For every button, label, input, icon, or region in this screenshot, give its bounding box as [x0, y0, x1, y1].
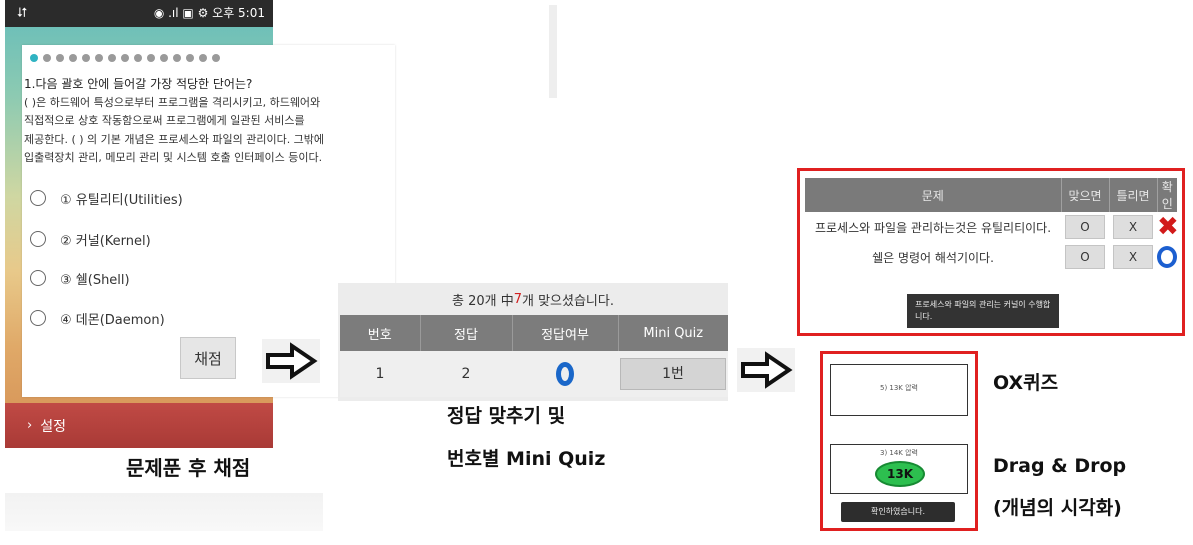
- x-button[interactable]: X: [1113, 215, 1153, 239]
- column-header: Mini Quiz: [618, 315, 728, 351]
- page-dot[interactable]: [173, 54, 181, 62]
- question-text: 1.다음 괄호 안에 들어갈 가장 적당한 단어는? ( )은 하드웨어 특성으…: [24, 75, 392, 168]
- explanation-tooltip: 프로세스와 파일의 관리는 커널이 수행합니다.: [907, 294, 1059, 328]
- usb-icon: ⮃: [17, 6, 28, 21]
- o-button[interactable]: O: [1065, 245, 1105, 269]
- table-row: 1 2 1번: [340, 351, 728, 397]
- ox-question: 쉘은 명령어 해석기이다.: [805, 242, 1061, 272]
- answer-option-1[interactable]: ① 유틸리티(Utilities): [30, 186, 330, 210]
- cell-correct: [512, 351, 618, 397]
- arrow-right-icon: [737, 348, 795, 392]
- table-header-row: 번호 정답 정답여부 Mini Quiz: [340, 315, 728, 351]
- page-dot[interactable]: [69, 54, 77, 62]
- result-panel: 총 20개 中 7개 맞으셨습니다. 번호 정답 정답여부 Mini Quiz …: [338, 283, 728, 401]
- answer-option-4[interactable]: ④ 데몬(Daemon): [30, 306, 330, 330]
- radio-button[interactable]: [30, 270, 46, 286]
- column-header: 맞으면: [1061, 178, 1110, 212]
- arrow-right-icon: [262, 339, 320, 383]
- red-x-icon: ✖: [1157, 212, 1179, 242]
- mini-quiz-button[interactable]: 1번: [620, 358, 726, 390]
- option-label: ① 유틸리티(Utilities): [60, 192, 183, 208]
- status-time: 오후 5:01: [212, 6, 265, 20]
- column-header: 정답여부: [512, 315, 619, 351]
- caption-mini-quiz: 번호별 Mini Quiz: [447, 448, 606, 470]
- confirm-button[interactable]: 확인하였습니다.: [841, 502, 955, 522]
- table-header-row: 문제 맞으면 틀리면 확인: [805, 178, 1177, 212]
- question-line: 직접적으로 상호 작동함으로써 프로그램에게 일관된 서비스를: [24, 114, 305, 127]
- option-label: ④ 데몬(Daemon): [60, 312, 165, 328]
- summary-prefix: 총 20개 中: [451, 293, 514, 309]
- page-dot[interactable]: [199, 54, 207, 62]
- ox-quiz-table: 문제 맞으면 틀리면 확인 프로세스와 파일을 관리하는것은 유틸리티이다. O…: [805, 178, 1179, 272]
- page-dot[interactable]: [147, 54, 155, 62]
- summary-count: 7: [513, 291, 522, 307]
- chevron-right-icon: ›: [27, 418, 33, 433]
- page-dot[interactable]: [56, 54, 64, 62]
- draggable-badge[interactable]: 13K: [875, 461, 925, 487]
- result-summary: 총 20개 中 7개 맞으셨습니다.: [338, 283, 728, 315]
- cell-mini-quiz: 1번: [618, 351, 728, 397]
- column-header: 확인: [1157, 178, 1177, 212]
- answer-option-3[interactable]: ③ 쉘(Shell): [30, 266, 330, 290]
- ox-question: 프로세스와 파일을 관리하는것은 유틸리티이다.: [805, 212, 1061, 242]
- page-dot[interactable]: [30, 54, 38, 62]
- radio-button[interactable]: [30, 190, 46, 206]
- question-line: 제공한다. ( ) 의 기본 개념은 프로세스와 파일의 관리이다. 그밖에: [24, 132, 325, 146]
- option-label: ② 커널(Kernel): [60, 233, 151, 249]
- label-drag-drop: Drag & Drop: [993, 455, 1127, 477]
- card-label: 5) 13K 압력: [879, 384, 918, 392]
- card-label: 3) 14K 압력: [879, 449, 918, 457]
- o-button[interactable]: O: [1065, 215, 1105, 239]
- settings-label: 설정: [40, 418, 66, 435]
- drop-target-card[interactable]: 5) 13K 압력: [830, 364, 968, 416]
- page-indicator-dots: [30, 54, 220, 64]
- page-dot[interactable]: [160, 54, 168, 62]
- page-dot[interactable]: [134, 54, 142, 62]
- answer-option-2[interactable]: ② 커널(Kernel): [30, 227, 330, 251]
- question-title: 1.다음 괄호 안에 들어갈 가장 적당한 단어는?: [24, 77, 253, 91]
- column-header: 틀리면: [1109, 178, 1158, 212]
- radio-button[interactable]: [30, 231, 46, 247]
- page-dot[interactable]: [212, 54, 220, 62]
- blue-o-icon: [556, 362, 574, 386]
- cell-answer: 2: [420, 351, 512, 397]
- page-dot[interactable]: [43, 54, 51, 62]
- column-header: 정답: [420, 315, 513, 351]
- summary-suffix: 개 맞으셨습니다.: [522, 293, 614, 309]
- signal-icons: ◉ .ıl ▣ ⚙: [153, 6, 209, 20]
- column-header: 번호: [340, 315, 421, 351]
- question-line: 입출력장치 관리, 메모리 관리 및 시스템 호출 인터페이스 등이다.: [24, 151, 323, 164]
- grey-strip: [5, 493, 323, 531]
- caption-grade-step: 문제푼 후 채점: [126, 456, 251, 480]
- radio-button[interactable]: [30, 310, 46, 326]
- page-dot[interactable]: [186, 54, 194, 62]
- table-row: 프로세스와 파일을 관리하는것은 유틸리티이다. O X ✖: [805, 212, 1179, 242]
- settings-menu-item[interactable]: › 설정: [5, 403, 273, 448]
- status-bar: ⮃ ◉ .ıl ▣ ⚙ 오후 5:01: [5, 0, 273, 27]
- divider-bar: [549, 5, 557, 98]
- page-dot[interactable]: [95, 54, 103, 62]
- column-header: 문제: [805, 178, 1062, 212]
- blue-o-icon: [1157, 246, 1177, 268]
- question-line: ( )은 하드웨어 특성으로부터 프로그램을 격리시키고, 하드웨어와: [24, 95, 321, 109]
- page-dot[interactable]: [121, 54, 129, 62]
- label-drag-drop-sub: (개념의 시각화): [993, 497, 1122, 519]
- page-dot[interactable]: [108, 54, 116, 62]
- ox-quiz-panel: 문제 맞으면 틀리면 확인 프로세스와 파일을 관리하는것은 유틸리티이다. O…: [797, 168, 1185, 336]
- result-table: 번호 정답 정답여부 Mini Quiz 1 2 1번: [340, 315, 728, 397]
- grade-button[interactable]: 채점: [180, 337, 236, 379]
- label-ox-quiz: OX퀴즈: [993, 372, 1059, 394]
- status-indicators: ◉ .ıl ▣ ⚙ 오후 5:01: [154, 0, 265, 27]
- caption-answer-check: 정답 맞추기 및: [447, 405, 566, 427]
- drop-target-card[interactable]: 3) 14K 압력 13K: [830, 444, 968, 494]
- drag-drop-panel: 5) 13K 압력 3) 14K 압력 13K 확인하였습니다.: [820, 351, 978, 531]
- page-dot[interactable]: [82, 54, 90, 62]
- option-label: ③ 쉘(Shell): [60, 272, 130, 288]
- table-row: 쉘은 명령어 해석기이다. O X: [805, 242, 1177, 272]
- cell-number: 1: [340, 351, 420, 397]
- x-button[interactable]: X: [1113, 245, 1153, 269]
